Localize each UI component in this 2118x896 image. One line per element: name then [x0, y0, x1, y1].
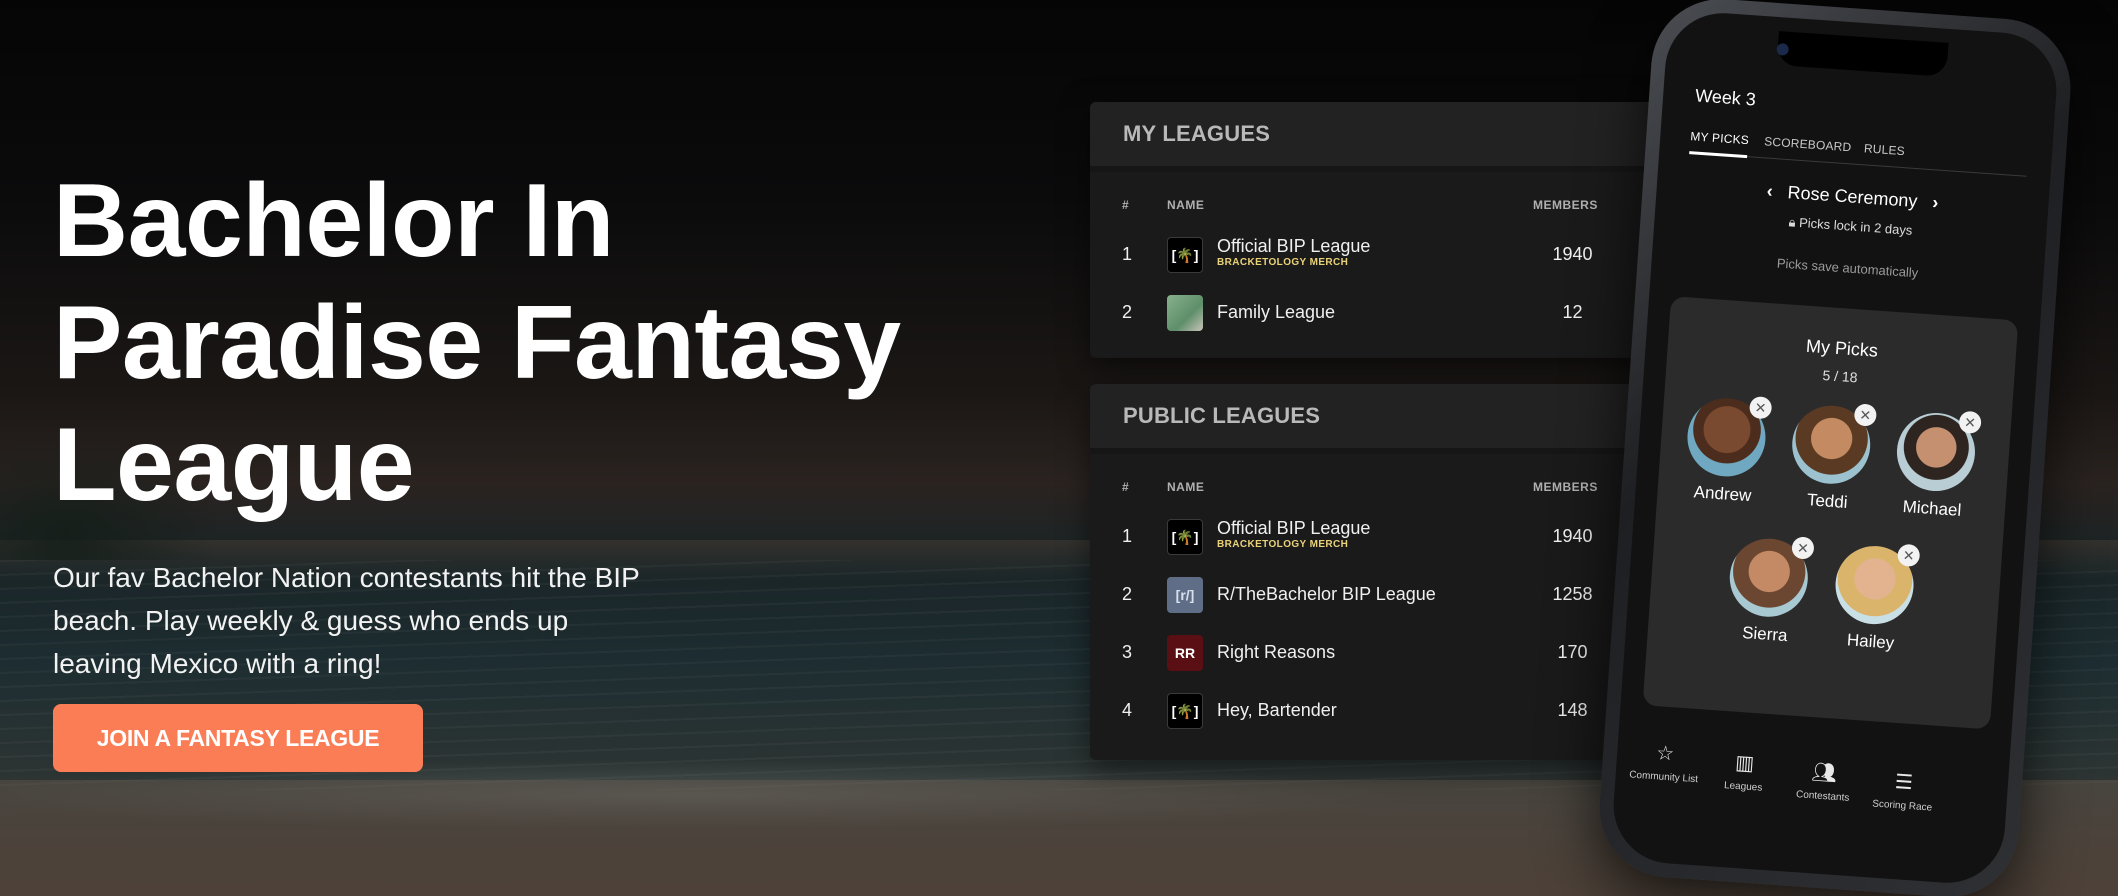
lock-text: Picks lock in 2 days [1798, 214, 1913, 238]
league-row[interactable]: 1 [🌴] Official BIP League BRACKETOLOGY M… [1090, 508, 1690, 566]
people-icon: 👥︎ [1810, 761, 1838, 785]
palm-tree-bracket-icon: [🌴] [1167, 237, 1203, 273]
member-count: 1258 [1552, 584, 1593, 604]
league-name[interactable]: Official BIP League [1217, 518, 1370, 539]
list-check-icon: ☰ [1894, 771, 1914, 795]
avatar: ✕ [1727, 536, 1815, 620]
avatar: ✕ [1789, 403, 1878, 487]
nav-community-list[interactable]: ☆ Community List [1623, 738, 1706, 785]
autosave-note: Picks save automatically [1776, 255, 1919, 281]
cat-photo-icon [1167, 295, 1203, 331]
nav-label: Contestants [1795, 789, 1850, 804]
league-name[interactable]: Family League [1217, 302, 1335, 323]
section-title: Rose Ceremony [1787, 182, 1919, 212]
pick-name: Michael [1902, 496, 1962, 520]
column-members: MEMBERS [1533, 480, 1598, 494]
row-number: 2 [1122, 584, 1133, 604]
pick-michael[interactable]: ✕ Michael [1886, 410, 1983, 522]
pick-hailey[interactable]: ✕ Hailey [1825, 543, 1922, 655]
tab-rules[interactable]: RULES [1863, 141, 1905, 158]
palm-tree-bracket-icon: [🌴] [1167, 693, 1203, 729]
league-name[interactable]: Right Reasons [1217, 642, 1335, 663]
member-count: 148 [1557, 700, 1588, 720]
pick-name: Teddi [1806, 490, 1849, 512]
hero-subtitle: Our fav Bachelor Nation contestants hit … [53, 562, 640, 679]
week-label: Week 3 [1694, 85, 1757, 110]
column-num: # [1122, 198, 1130, 212]
league-row[interactable]: 1 [🌴] Official BIP League BRACKETOLOGY M… [1090, 226, 1690, 284]
row-number: 1 [1122, 526, 1133, 546]
league-sublabel: BRACKETOLOGY MERCH [1217, 539, 1349, 550]
tab-my-picks[interactable]: MY PICKS [1690, 129, 1750, 147]
public-leagues-panel: PUBLIC LEAGUES # NAME MEMBERS 1 [🌴] Offi… [1090, 384, 1690, 760]
row-number: 2 [1122, 302, 1133, 322]
league-sublabel: BRACKETOLOGY MERCH [1217, 257, 1349, 268]
remove-pick-icon[interactable]: ✕ [1748, 395, 1773, 420]
phone-notch [1776, 31, 1949, 77]
remove-pick-icon[interactable]: ✕ [1791, 536, 1815, 560]
pick-andrew[interactable]: ✕ Andrew [1677, 395, 1774, 507]
active-tab-indicator [1689, 151, 1748, 159]
pick-name: Sierra [1741, 623, 1789, 646]
avatar: ✕ [1832, 543, 1921, 627]
row-number: 1 [1122, 244, 1133, 264]
nav-label: Community List [1628, 769, 1699, 786]
nav-label: Scoring Race [1871, 798, 1933, 814]
column-members: MEMBERS [1533, 198, 1598, 212]
nav-scoring-race[interactable]: ☰ Scoring Race [1862, 767, 1945, 814]
chevron-left-icon[interactable]: ‹ [1766, 181, 1773, 202]
pick-sierra[interactable]: ✕ Sierra [1719, 536, 1816, 648]
nav-contestants[interactable]: 👥︎ Contestants [1782, 757, 1865, 804]
my-leagues-title: MY LEAGUES [1090, 102, 1690, 172]
row-number: 4 [1122, 700, 1133, 720]
table-header: # NAME MEMBERS [1090, 192, 1690, 226]
league-row[interactable]: 2 Family League 12 [1090, 284, 1690, 342]
remove-pick-icon[interactable]: ✕ [1853, 403, 1878, 427]
right-reasons-logo: RR [1167, 635, 1203, 671]
chevron-right-icon[interactable]: › [1932, 192, 1939, 213]
remove-pick-icon[interactable]: ✕ [1958, 410, 1982, 435]
league-row[interactable]: 2 [r/] R/TheBachelor BIP League 1258 [1090, 566, 1690, 624]
palm-tree-bracket-icon: [🌴] [1167, 519, 1203, 555]
league-name[interactable]: Hey, Bartender [1217, 700, 1337, 721]
league-row[interactable]: 4 [🌴] Hey, Bartender 148 [1090, 682, 1690, 740]
pick-name: Andrew [1693, 482, 1752, 506]
public-leagues-title: PUBLIC LEAGUES [1090, 384, 1690, 454]
member-count: 170 [1557, 642, 1588, 662]
avatar: ✕ [1894, 410, 1982, 494]
nav-label: Leagues [1723, 780, 1763, 794]
reddit-logo: [r/] [1167, 577, 1203, 613]
column-name: NAME [1167, 480, 1205, 494]
phone-screen: Week 3 MY PICKS SCOREBOARD RULES ‹ Rose … [1609, 9, 2061, 887]
phone-mockup: Week 3 MY PICKS SCOREBOARD RULES ‹ Rose … [1594, 0, 2076, 896]
phone-tabs: MY PICKS SCOREBOARD RULES [1689, 123, 2029, 177]
bottom-nav: ☆ Community List ▥ Leagues 👥︎ Contestant… [1613, 728, 2010, 845]
league-name[interactable]: Official BIP League [1217, 236, 1370, 257]
nav-leagues[interactable]: ▥ Leagues [1703, 748, 1786, 795]
row-number: 3 [1122, 642, 1133, 662]
my-picks-card: My Picks 5 / 18 ✕ Andrew ✕ Teddi ✕ Micha… [1642, 296, 2019, 730]
table-header: # NAME MEMBERS [1090, 474, 1690, 508]
avatar: ✕ [1684, 395, 1773, 480]
my-leagues-panel: MY LEAGUES # NAME MEMBERS 1 [🌴] Official… [1090, 102, 1690, 358]
league-name[interactable]: R/TheBachelor BIP League [1217, 584, 1436, 605]
hero-title: Bachelor In Paradise Fantasy League [53, 163, 901, 523]
member-count: 1940 [1552, 526, 1593, 546]
join-fantasy-league-button[interactable]: JOIN A FANTASY LEAGUE [53, 704, 423, 772]
member-count: 1940 [1552, 244, 1593, 264]
pick-name: Hailey [1846, 630, 1895, 653]
league-row[interactable]: 3 RR Right Reasons 170 [1090, 624, 1690, 682]
tab-scoreboard[interactable]: SCOREBOARD [1764, 134, 1852, 154]
remove-pick-icon[interactable]: ✕ [1896, 543, 1921, 568]
member-count: 12 [1562, 302, 1583, 322]
star-person-icon: ☆ [1655, 742, 1675, 766]
pick-teddi[interactable]: ✕ Teddi [1782, 403, 1879, 515]
column-name: NAME [1167, 198, 1205, 212]
column-num: # [1122, 480, 1130, 494]
bar-chart-icon: ▥ [1734, 751, 1755, 776]
